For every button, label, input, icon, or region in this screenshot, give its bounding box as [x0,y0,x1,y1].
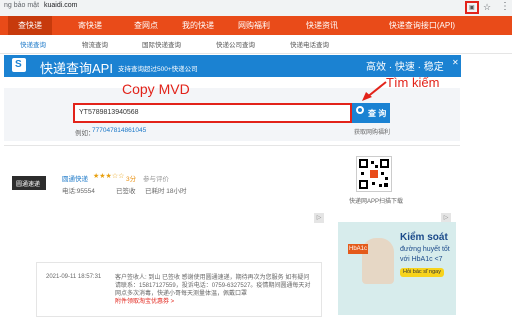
subnav-item-international[interactable]: 国际快递查询 [142,39,181,49]
ad-subtitle-2: với HbA1c <7 [400,256,443,263]
banner-subtitle: 支持查询超过500+快递公司 [118,66,198,73]
company-logo-text: 圆通速递 [16,182,41,188]
subnav-item-logistics[interactable]: 物流查询 [82,39,108,49]
qr-code-icon [356,156,392,192]
search-icon [356,106,364,114]
search-annotation: Tìm kiếm [386,75,440,90]
coupon-link[interactable]: 附件领取淘宝优惠券 > [115,299,174,305]
log-timestamp: 2021-09-11 18:57:31 [46,274,102,280]
ad-tag: HbA1c [348,244,368,254]
rating-stars: ★★★☆☆ [93,173,125,180]
status-badge: 已签收 [116,188,136,195]
nav-item-my-express[interactable]: 我的快递 [174,16,222,35]
security-indicator[interactable]: ng bảo mật [4,2,39,9]
app-download-label: 快递网APP扫描下载 [349,199,404,205]
example-tracking-link[interactable]: 777047814861045 [92,127,146,134]
banner-title: 快递查询API [40,61,113,76]
nav-item-news[interactable]: 快递资讯 [298,16,346,35]
nav-item-track[interactable]: 查快递 [8,16,52,35]
rating-score: 3分 [126,176,137,183]
more-menu-icon[interactable]: ⋮ [500,1,510,12]
nav-item-api[interactable]: 快递查询接口(API) [382,16,462,35]
ad-subtitle: đường huyết tốt [400,246,450,253]
sub-nav [0,35,512,54]
subnav-item-phone[interactable]: 快递电话查询 [290,39,329,49]
copy-annotation: Copy MVD [122,81,190,97]
divider [4,145,460,146]
log-description: 客户签收人: 到山 已签收 感谢使用圆通速递，期待再次为您服务 如有疑问请联系：… [115,274,311,306]
company-name[interactable]: 圆通快递 [62,173,88,183]
annotation-arrow-icon [362,81,387,101]
close-icon[interactable]: ✕ [452,58,459,67]
nav-item-outlets[interactable]: 查网点 [124,16,168,35]
welfare-link[interactable]: 获取网购福利 [354,127,390,136]
bookmark-star-icon[interactable]: ☆ [483,2,491,13]
review-link[interactable]: 参与评价 [143,173,169,183]
nav-item-send[interactable]: 寄快递 [68,16,112,35]
company-phone: 电话:95554 [62,188,95,195]
logo-s-icon: S [15,59,22,70]
subnav-item-company[interactable]: 快递公司查询 [216,39,255,49]
ad-title: Kiểm soát [400,232,448,243]
search-button-label: 查 询 [368,109,387,118]
ad-choices-icon[interactable]: ▷ [314,213,324,223]
ad-cta-button[interactable]: Hỏi bác sĩ ngay [400,268,444,277]
elapsed-time: 已耗时 18小时 [145,188,187,195]
address-bar[interactable]: kuaidi.com [44,2,77,9]
tracking-number-input[interactable]: YT5789813940568 [73,103,352,123]
subnav-item-express[interactable]: 快递查询 [20,39,46,49]
nav-item-welfare[interactable]: 网购福利 [230,16,278,35]
log-text: 客户签收人: 到山 已签收 感谢使用圆通速递，期待再次为您服务 如有疑问请联系：… [115,275,311,297]
banner-slogan: 高效 · 快速 · 稳定 [366,62,444,73]
extension-icon[interactable]: ▣ [469,4,475,11]
